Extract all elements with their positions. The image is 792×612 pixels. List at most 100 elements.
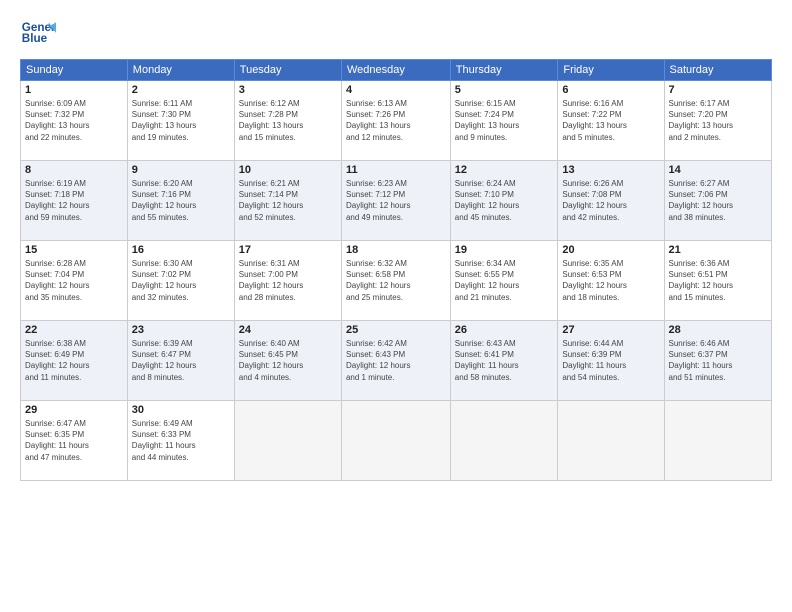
- day-number: 27: [562, 324, 659, 336]
- calendar-week-2: 8 Sunrise: 6:19 AM Sunset: 7:18 PM Daylig…: [21, 161, 772, 241]
- calendar-day-9: 9 Sunrise: 6:20 AM Sunset: 7:16 PM Daylig…: [127, 161, 234, 241]
- day-info: Sunrise: 6:11 AM Sunset: 7:30 PM Dayligh…: [132, 98, 230, 143]
- day-info: Sunrise: 6:35 AM Sunset: 6:53 PM Dayligh…: [562, 258, 659, 303]
- day-number: 22: [25, 324, 123, 336]
- calendar-day-17: 17 Sunrise: 6:31 AM Sunset: 7:00 PM Dayli…: [234, 241, 341, 321]
- calendar-day-6: 6 Sunrise: 6:16 AM Sunset: 7:22 PM Daylig…: [558, 81, 664, 161]
- day-info: Sunrise: 6:23 AM Sunset: 7:12 PM Dayligh…: [346, 178, 446, 223]
- day-number: 3: [239, 84, 337, 96]
- page-header: General Blue: [20, 15, 772, 51]
- calendar-day-15: 15Sunrise: 6:28 AM Sunset: 7:04 PM Dayli…: [21, 241, 128, 321]
- calendar-day-28: 28 Sunrise: 6:46 AM Sunset: 6:37 PM Dayli…: [664, 321, 772, 401]
- calendar-day-empty: [450, 401, 558, 481]
- day-number: 21: [669, 244, 768, 256]
- day-info: Sunrise: 6:20 AM Sunset: 7:16 PM Dayligh…: [132, 178, 230, 223]
- day-number: 19: [455, 244, 554, 256]
- day-number: 26: [455, 324, 554, 336]
- day-info: Sunrise: 6:24 AM Sunset: 7:10 PM Dayligh…: [455, 178, 554, 223]
- day-info: Sunrise: 6:44 AM Sunset: 6:39 PM Dayligh…: [562, 338, 659, 383]
- calendar-day-26: 26 Sunrise: 6:43 AM Sunset: 6:41 PM Dayli…: [450, 321, 558, 401]
- day-number: 17: [239, 244, 337, 256]
- day-number: 28: [669, 324, 768, 336]
- column-header-friday: Friday: [558, 60, 664, 81]
- column-header-thursday: Thursday: [450, 60, 558, 81]
- calendar-day-empty: [664, 401, 772, 481]
- day-info: Sunrise: 6:19 AM Sunset: 7:18 PM Dayligh…: [25, 178, 123, 223]
- column-header-sunday: Sunday: [21, 60, 128, 81]
- day-number: 25: [346, 324, 446, 336]
- calendar-day-20: 20 Sunrise: 6:35 AM Sunset: 6:53 PM Dayli…: [558, 241, 664, 321]
- logo-icon: General Blue: [20, 15, 56, 51]
- calendar-day-2: 2 Sunrise: 6:11 AM Sunset: 7:30 PM Daylig…: [127, 81, 234, 161]
- calendar-day-10: 10 Sunrise: 6:21 AM Sunset: 7:14 PM Dayli…: [234, 161, 341, 241]
- svg-text:Blue: Blue: [22, 32, 48, 45]
- calendar-week-3: 15Sunrise: 6:28 AM Sunset: 7:04 PM Dayli…: [21, 241, 772, 321]
- column-header-tuesday: Tuesday: [234, 60, 341, 81]
- calendar-day-19: 19 Sunrise: 6:34 AM Sunset: 6:55 PM Dayli…: [450, 241, 558, 321]
- day-info: Sunrise: 6:46 AM Sunset: 6:37 PM Dayligh…: [669, 338, 768, 383]
- day-number: 23: [132, 324, 230, 336]
- calendar-day-1: 1 Sunrise: 6:09 AM Sunset: 7:32 PM Daylig…: [21, 81, 128, 161]
- day-info: Sunrise: 6:09 AM Sunset: 7:32 PM Dayligh…: [25, 98, 123, 143]
- day-info: Sunrise: 6:49 AM Sunset: 6:33 PM Dayligh…: [132, 418, 230, 463]
- day-number: 24: [239, 324, 337, 336]
- column-header-wednesday: Wednesday: [341, 60, 450, 81]
- calendar-day-14: 14 Sunrise: 6:27 AM Sunset: 7:06 PM Dayli…: [664, 161, 772, 241]
- day-number: 11: [346, 164, 446, 176]
- day-info: Sunrise: 6:21 AM Sunset: 7:14 PM Dayligh…: [239, 178, 337, 223]
- day-info: Sunrise: 6:40 AM Sunset: 6:45 PM Dayligh…: [239, 338, 337, 383]
- day-info: Sunrise: 6:39 AM Sunset: 6:47 PM Dayligh…: [132, 338, 230, 383]
- calendar-day-5: 5Sunrise: 6:15 AM Sunset: 7:24 PM Daylig…: [450, 81, 558, 161]
- day-number: 12: [455, 164, 554, 176]
- day-info: Sunrise: 6:36 AM Sunset: 6:51 PM Dayligh…: [669, 258, 768, 303]
- day-number: 4: [346, 84, 446, 96]
- day-number: 14: [669, 164, 768, 176]
- calendar-day-empty: [558, 401, 664, 481]
- day-number: 5: [455, 84, 554, 96]
- day-number: 10: [239, 164, 337, 176]
- calendar-day-27: 27 Sunrise: 6:44 AM Sunset: 6:39 PM Dayli…: [558, 321, 664, 401]
- day-number: 29: [25, 404, 123, 416]
- day-info: Sunrise: 6:34 AM Sunset: 6:55 PM Dayligh…: [455, 258, 554, 303]
- calendar-header-row: SundayMondayTuesdayWednesdayThursdayFrid…: [21, 60, 772, 81]
- calendar-day-29: 29 Sunrise: 6:47 AM Sunset: 6:35 PM Dayli…: [21, 401, 128, 481]
- logo: General Blue: [20, 15, 56, 51]
- day-number: 20: [562, 244, 659, 256]
- calendar-day-8: 8 Sunrise: 6:19 AM Sunset: 7:18 PM Daylig…: [21, 161, 128, 241]
- calendar-day-3: 3 Sunrise: 6:12 AM Sunset: 7:28 PM Daylig…: [234, 81, 341, 161]
- calendar-day-13: 13Sunrise: 6:26 AM Sunset: 7:08 PM Dayli…: [558, 161, 664, 241]
- day-info: Sunrise: 6:30 AM Sunset: 7:02 PM Dayligh…: [132, 258, 230, 303]
- calendar-day-4: 4 Sunrise: 6:13 AM Sunset: 7:26 PM Daylig…: [341, 81, 450, 161]
- calendar-day-24: 24 Sunrise: 6:40 AM Sunset: 6:45 PM Dayli…: [234, 321, 341, 401]
- day-info: Sunrise: 6:43 AM Sunset: 6:41 PM Dayligh…: [455, 338, 554, 383]
- calendar-day-25: 25Sunrise: 6:42 AM Sunset: 6:43 PM Dayli…: [341, 321, 450, 401]
- calendar-day-22: 22Sunrise: 6:38 AM Sunset: 6:49 PM Dayli…: [21, 321, 128, 401]
- day-info: Sunrise: 6:17 AM Sunset: 7:20 PM Dayligh…: [669, 98, 768, 143]
- day-info: Sunrise: 6:27 AM Sunset: 7:06 PM Dayligh…: [669, 178, 768, 223]
- column-header-monday: Monday: [127, 60, 234, 81]
- day-info: Sunrise: 6:13 AM Sunset: 7:26 PM Dayligh…: [346, 98, 446, 143]
- day-number: 6: [562, 84, 659, 96]
- calendar-table: SundayMondayTuesdayWednesdayThursdayFrid…: [20, 59, 772, 481]
- day-info: Sunrise: 6:26 AM Sunset: 7:08 PM Dayligh…: [562, 178, 659, 223]
- calendar-day-12: 12 Sunrise: 6:24 AM Sunset: 7:10 PM Dayli…: [450, 161, 558, 241]
- calendar-day-18: 18 Sunrise: 6:32 AM Sunset: 6:58 PM Dayli…: [341, 241, 450, 321]
- day-number: 9: [132, 164, 230, 176]
- day-info: Sunrise: 6:47 AM Sunset: 6:35 PM Dayligh…: [25, 418, 123, 463]
- day-info: Sunrise: 6:12 AM Sunset: 7:28 PM Dayligh…: [239, 98, 337, 143]
- calendar-day-7: 7 Sunrise: 6:17 AM Sunset: 7:20 PM Daylig…: [664, 81, 772, 161]
- calendar-day-16: 16 Sunrise: 6:30 AM Sunset: 7:02 PM Dayli…: [127, 241, 234, 321]
- calendar-day-empty: [341, 401, 450, 481]
- calendar-day-11: 11 Sunrise: 6:23 AM Sunset: 7:12 PM Dayli…: [341, 161, 450, 241]
- day-info: Sunrise: 6:32 AM Sunset: 6:58 PM Dayligh…: [346, 258, 446, 303]
- day-number: 18: [346, 244, 446, 256]
- day-number: 7: [669, 84, 768, 96]
- day-number: 1: [25, 84, 123, 96]
- day-info: Sunrise: 6:31 AM Sunset: 7:00 PM Dayligh…: [239, 258, 337, 303]
- day-number: 16: [132, 244, 230, 256]
- day-number: 8: [25, 164, 123, 176]
- day-info: Sunrise: 6:16 AM Sunset: 7:22 PM Dayligh…: [562, 98, 659, 143]
- calendar-week-1: 1 Sunrise: 6:09 AM Sunset: 7:32 PM Daylig…: [21, 81, 772, 161]
- day-number: 2: [132, 84, 230, 96]
- calendar-week-5: 29 Sunrise: 6:47 AM Sunset: 6:35 PM Dayli…: [21, 401, 772, 481]
